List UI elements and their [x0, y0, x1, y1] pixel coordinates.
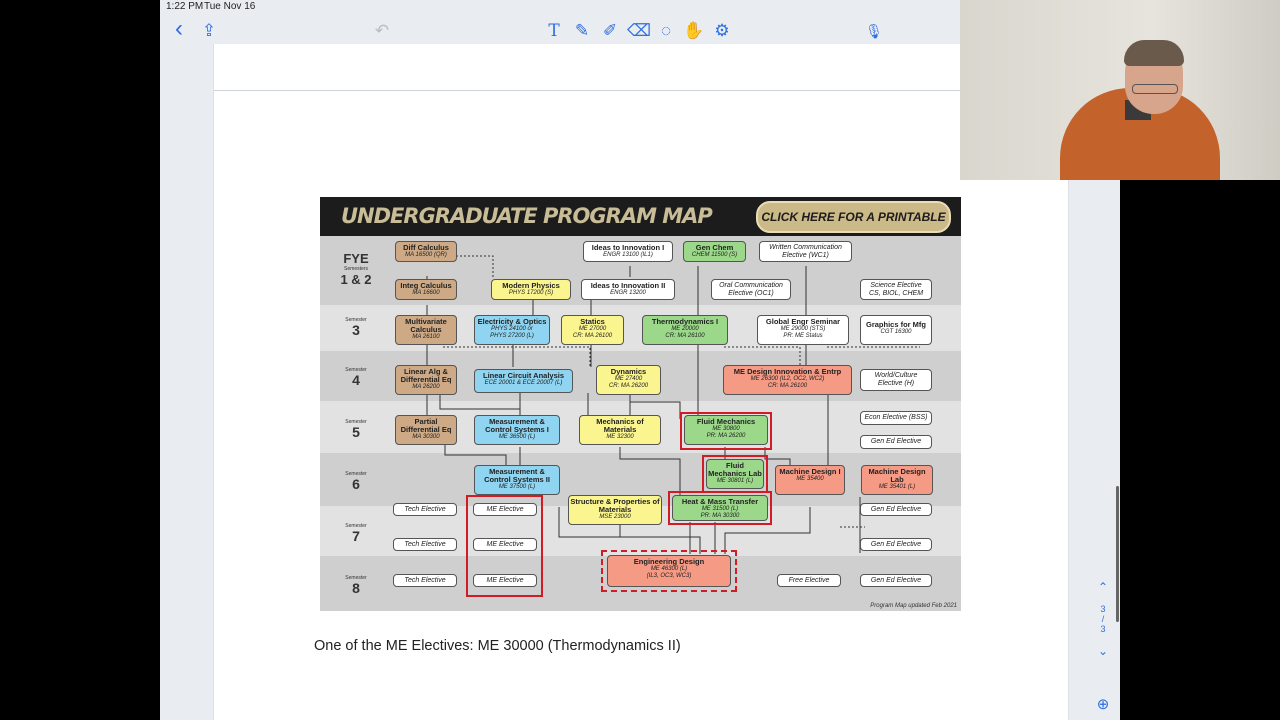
highlight-heat-mass-transfer: [668, 491, 772, 525]
course-statics: Statics ME 27000 CR: MA 26100: [561, 315, 624, 345]
page-separator: /: [1101, 614, 1105, 624]
highlighter-tool-icon[interactable]: ✐: [599, 20, 621, 42]
course-gen-chem: Gen Chem CHEM 11500 (S): [683, 241, 746, 262]
course-gened-elective-5: Gen Ed Elective: [860, 435, 932, 449]
program-map-image: UNDERGRADUATE PROGRAM MAP CLICK HERE FOR…: [320, 197, 961, 611]
course-ideas-innovation-2: Ideas to Innovation II ENGR 13200: [581, 279, 675, 300]
highlight-engineering-design: [601, 550, 737, 592]
scrollbar[interactable]: [1116, 486, 1119, 622]
course-measurement-control-1: Measurement & Control Systems I ME 36500 …: [474, 415, 560, 445]
gened-elective-7: Gen Ed Elective: [860, 538, 932, 551]
course-structure-properties: Structure & Properties of Materials MSE 2…: [568, 495, 662, 525]
status-time: 1:22 PM: [166, 1, 204, 12]
text-tool-icon[interactable]: T: [543, 20, 565, 42]
map-updated-note: Program Map updated Feb 2021: [870, 603, 957, 609]
course-linear-circuit-analysis: Linear Circuit Analysis ECE 20001 & ECE 2…: [474, 369, 573, 393]
tech-elective-6: Tech Elective: [393, 503, 457, 516]
course-diff-calculus: Diff Calculus MA 16500 (QR): [395, 241, 457, 262]
course-machine-design-1: Machine Design I ME 35400: [775, 465, 845, 495]
lasso-tool-icon[interactable]: ◌: [655, 20, 677, 42]
tech-elective-7: Tech Elective: [393, 538, 457, 551]
page-total: 3: [1100, 624, 1106, 634]
eraser-tool-icon[interactable]: ⌫: [627, 20, 651, 42]
highlight-fluid-mechanics-lab: [702, 455, 768, 493]
document-page[interactable]: UNDERGRADUATE PROGRAM MAP CLICK HERE FOR…: [213, 44, 1069, 720]
page-up-icon[interactable]: ⌃: [1096, 580, 1110, 594]
course-integ-calculus: Integ Calculus MA 16600: [395, 279, 457, 300]
hand-tool-icon[interactable]: ✋: [683, 20, 705, 42]
share-icon[interactable]: ⇪: [198, 20, 220, 42]
course-global-engr-seminar: Global Engr Seminar ME 29000 (STS) PR: ME …: [757, 315, 849, 345]
gened-elective-6: Gen Ed Elective: [860, 503, 932, 516]
tools-settings-icon[interactable]: ⚙: [711, 20, 733, 42]
semester-8-label: Semester 8: [345, 575, 367, 596]
handwritten-caption: One of the ME Electives: ME 30000 (Therm…: [314, 638, 681, 654]
course-graphics-mfg: Graphics for Mfg CGT 16300: [860, 315, 932, 345]
semester-5-label: Semester 5: [345, 419, 367, 440]
page-current: 3: [1100, 604, 1106, 614]
course-measurement-control-2: Measurement & Control Systems II ME 37500…: [474, 465, 560, 495]
page-down-icon[interactable]: ⌄: [1096, 644, 1110, 658]
free-elective-8: Free Elective: [777, 574, 841, 587]
course-oral-comm: Oral Communication Elective (OC1): [711, 279, 791, 300]
highlight-me-electives: [466, 495, 543, 597]
course-partial-diffeq: Partial Differential Eq MA 30300: [395, 415, 457, 445]
microphone-icon[interactable]: 🎙: [863, 20, 885, 42]
course-ideas-innovation-1: Ideas to Innovation I ENGR 13100 (IL1): [583, 241, 673, 262]
fye-label: FYE Semesters 1 & 2: [340, 251, 372, 287]
undo-icon[interactable]: ↶: [371, 20, 393, 42]
course-electricity-optics: Electricity & Optics PHYS 24100 or PHYS 27…: [474, 315, 550, 345]
status-date: Tue Nov 16: [204, 1, 256, 12]
course-mechanics-materials: Mechanics of Materials ME 32300: [579, 415, 661, 445]
page-divider: [214, 90, 1068, 91]
course-me-design-innovation: ME Design Innovation & Entrp ME 26300 (IL…: [723, 365, 852, 395]
course-linear-alg-diffeq: Linear Alg & Differential Eq MA 26200: [395, 365, 457, 395]
course-world-culture: World/Culture Elective (H): [860, 369, 932, 391]
presenter-hair: [1124, 40, 1184, 66]
course-multivariate-calculus: Multivariate Calculus MA 26100: [395, 315, 457, 345]
course-thermodynamics-1: Thermodynamics I ME 20000 CR: MA 26100: [642, 315, 728, 345]
webcam-video-overlay: [960, 0, 1280, 180]
zoom-icon[interactable]: ⊕: [1096, 695, 1110, 713]
semester-7-label: Semester 7: [345, 523, 367, 544]
back-icon[interactable]: ‹: [168, 17, 190, 42]
course-written-comm: Written Communication Elective (WC1): [759, 241, 852, 262]
highlight-fluid-mechanics: [680, 412, 772, 450]
presenter-glasses: [1132, 84, 1178, 94]
semester-6-label: Semester 6: [345, 471, 367, 492]
course-econ-elective: Econ Elective (BSS): [860, 411, 932, 425]
course-science-elective: Science Elective CS, BIOL, CHEM: [860, 279, 932, 300]
course-dynamics: Dynamics ME 27400 CR: MA 26200: [596, 365, 661, 395]
semester-4-label: Semester 4: [345, 367, 367, 388]
pen-tool-icon[interactable]: ✎: [571, 20, 593, 42]
gened-elective-8: Gen Ed Elective: [860, 574, 932, 587]
course-machine-design-lab: Machine Design Lab ME 35401 (L): [861, 465, 933, 495]
tech-elective-8: Tech Elective: [393, 574, 457, 587]
course-modern-physics: Modern Physics PHYS 17200 (S): [491, 279, 571, 300]
semester-3-label: Semester 3: [345, 317, 367, 338]
